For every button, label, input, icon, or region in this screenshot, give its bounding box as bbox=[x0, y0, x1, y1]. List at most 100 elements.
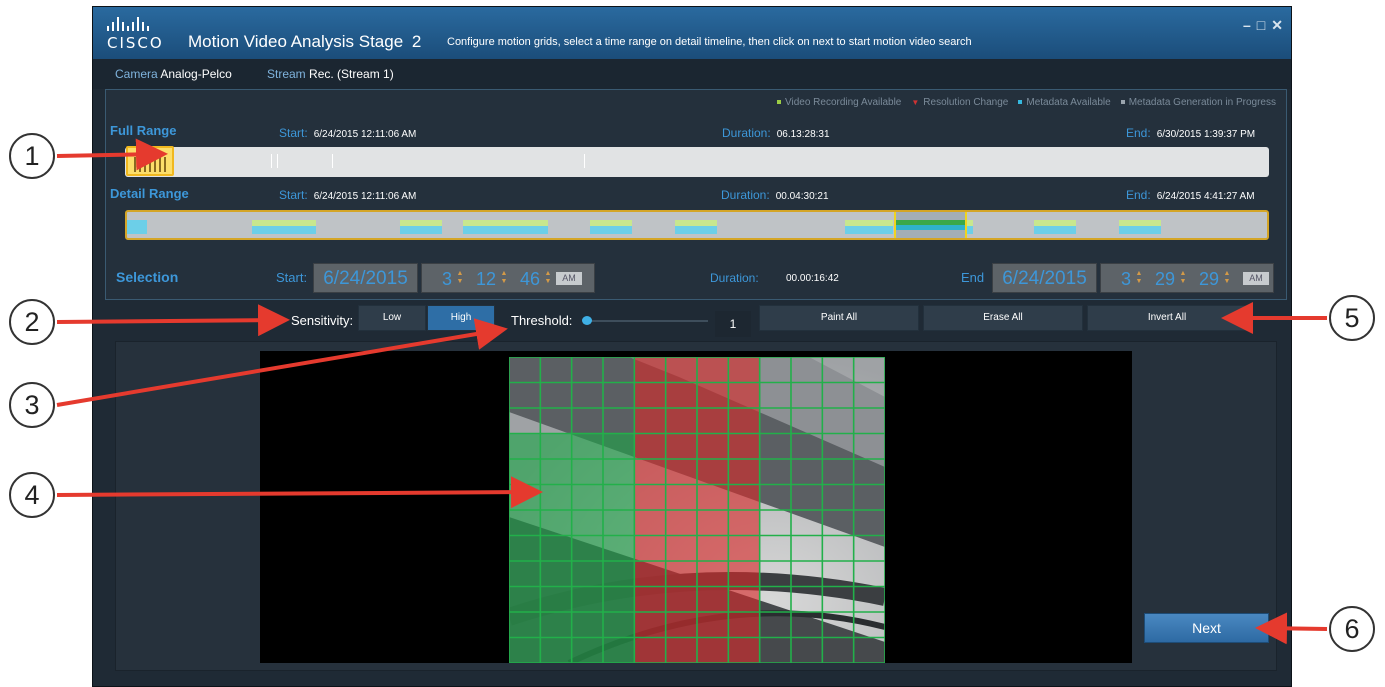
grid-cell-selected[interactable] bbox=[634, 357, 666, 383]
grid-cell-selected[interactable] bbox=[571, 484, 603, 511]
grid-cell-selected[interactable] bbox=[728, 459, 760, 485]
grid-cell-selected[interactable] bbox=[603, 535, 635, 562]
full-range-timeline[interactable] bbox=[125, 147, 1269, 177]
grid-cell-selected[interactable] bbox=[697, 408, 729, 434]
grid-cell-selected[interactable] bbox=[540, 510, 572, 536]
grid-cell-selected[interactable] bbox=[665, 586, 697, 613]
grid-cell-selected[interactable] bbox=[571, 586, 603, 613]
grid-cell-selected[interactable] bbox=[728, 357, 760, 383]
grid-cell-selected[interactable] bbox=[728, 637, 760, 664]
maximize-icon[interactable]: □ bbox=[1257, 17, 1265, 34]
grid-cell-selected[interactable] bbox=[697, 459, 729, 485]
grid-cell-selected[interactable] bbox=[665, 459, 697, 485]
end-second[interactable]: 29 bbox=[1195, 264, 1219, 294]
grid-cell-selected[interactable] bbox=[728, 535, 760, 562]
grid-cell-selected[interactable] bbox=[665, 484, 697, 511]
grid-cell-selected[interactable] bbox=[634, 382, 666, 409]
grid-cell-selected[interactable] bbox=[697, 484, 729, 511]
selection-end-time-field[interactable]: 3 ▲ ▼ 29 ▲ ▼ 29 ▲ ▼ AM bbox=[1100, 263, 1274, 293]
grid-cell-selected[interactable] bbox=[697, 510, 729, 536]
grid-cell-selected[interactable] bbox=[634, 535, 666, 562]
spin-arrows-icon[interactable]: ▲ ▼ bbox=[1179, 270, 1187, 286]
start-second[interactable]: 46 bbox=[516, 264, 540, 294]
grid-cell-selected[interactable] bbox=[540, 561, 572, 587]
grid-cell-selected[interactable] bbox=[697, 586, 729, 613]
detail-range-timeline[interactable] bbox=[125, 210, 1269, 240]
paint-all-button[interactable]: Paint All bbox=[759, 305, 919, 331]
grid-cell-selected[interactable] bbox=[665, 637, 697, 664]
grid-cell-selected[interactable] bbox=[509, 612, 541, 638]
invert-all-button[interactable]: Invert All bbox=[1087, 305, 1247, 331]
grid-cell-selected[interactable] bbox=[697, 382, 729, 409]
end-minute[interactable]: 29 bbox=[1151, 264, 1175, 294]
grid-cell-selected[interactable] bbox=[728, 433, 760, 460]
spin-arrows-icon[interactable]: ▲ ▼ bbox=[1223, 270, 1231, 286]
grid-cell-selected[interactable] bbox=[603, 433, 635, 460]
grid-cell-selected[interactable] bbox=[634, 586, 666, 613]
grid-cell-selected[interactable] bbox=[728, 561, 760, 587]
spin-arrows-icon[interactable]: ▲ ▼ bbox=[544, 270, 552, 286]
grid-cell-selected[interactable] bbox=[634, 637, 666, 664]
grid-cell-selected[interactable] bbox=[571, 561, 603, 587]
spin-arrows-icon[interactable]: ▲ ▼ bbox=[500, 270, 508, 286]
motion-grid[interactable] bbox=[509, 357, 885, 663]
grid-cell-selected[interactable] bbox=[665, 382, 697, 409]
grid-cell-selected[interactable] bbox=[603, 459, 635, 485]
start-hour[interactable]: 3 bbox=[428, 264, 452, 294]
camera-frame[interactable] bbox=[509, 357, 885, 663]
grid-cell-selected[interactable] bbox=[571, 510, 603, 536]
end-ampm-toggle[interactable]: AM bbox=[1243, 272, 1269, 285]
grid-cell-selected[interactable] bbox=[603, 586, 635, 613]
grid-cell-selected[interactable] bbox=[697, 561, 729, 587]
end-hour[interactable]: 3 bbox=[1107, 264, 1131, 294]
grid-cell-selected[interactable] bbox=[540, 612, 572, 638]
selection-window-handle[interactable] bbox=[894, 212, 967, 238]
grid-cell-selected[interactable] bbox=[509, 561, 541, 587]
grid-cell-selected[interactable] bbox=[509, 433, 541, 460]
start-minute[interactable]: 12 bbox=[472, 264, 496, 294]
grid-cell-selected[interactable] bbox=[634, 510, 666, 536]
full-range-detail-marker[interactable] bbox=[126, 146, 174, 176]
threshold-slider[interactable] bbox=[586, 320, 708, 322]
grid-cell-selected[interactable] bbox=[603, 637, 635, 664]
grid-cell-selected[interactable] bbox=[697, 535, 729, 562]
grid-cell-selected[interactable] bbox=[571, 612, 603, 638]
grid-cell-selected[interactable] bbox=[697, 357, 729, 383]
grid-cell-selected[interactable] bbox=[728, 484, 760, 511]
grid-cell-selected[interactable] bbox=[665, 433, 697, 460]
sensitivity-high-button[interactable]: High bbox=[427, 305, 495, 331]
grid-cell-selected[interactable] bbox=[509, 510, 541, 536]
grid-cell-selected[interactable] bbox=[634, 612, 666, 638]
close-icon[interactable]: ✕ bbox=[1271, 17, 1283, 34]
grid-cell-selected[interactable] bbox=[665, 535, 697, 562]
grid-cell-selected[interactable] bbox=[728, 612, 760, 638]
grid-cell-selected[interactable] bbox=[697, 612, 729, 638]
grid-cell-selected[interactable] bbox=[540, 459, 572, 485]
grid-cell-selected[interactable] bbox=[540, 484, 572, 511]
grid-cell-selected[interactable] bbox=[603, 484, 635, 511]
grid-cell-selected[interactable] bbox=[728, 382, 760, 409]
minimize-icon[interactable]: – bbox=[1243, 17, 1251, 34]
grid-cell-selected[interactable] bbox=[509, 484, 541, 511]
grid-cell-selected[interactable] bbox=[509, 637, 541, 664]
grid-cell-selected[interactable] bbox=[728, 586, 760, 613]
threshold-slider-handle[interactable] bbox=[582, 316, 592, 325]
grid-cell-selected[interactable] bbox=[634, 561, 666, 587]
grid-cell-selected[interactable] bbox=[509, 459, 541, 485]
grid-cell-selected[interactable] bbox=[634, 484, 666, 511]
selection-end-date-field[interactable]: 6/24/2015 bbox=[992, 263, 1097, 293]
grid-cell-selected[interactable] bbox=[634, 408, 666, 434]
spin-arrows-icon[interactable]: ▲ ▼ bbox=[1135, 270, 1143, 286]
grid-cell-selected[interactable] bbox=[728, 408, 760, 434]
start-ampm-toggle[interactable]: AM bbox=[556, 272, 582, 285]
grid-cell-selected[interactable] bbox=[665, 357, 697, 383]
grid-cell-selected[interactable] bbox=[509, 535, 541, 562]
grid-cell-selected[interactable] bbox=[603, 612, 635, 638]
spin-arrows-icon[interactable]: ▲ ▼ bbox=[456, 270, 464, 286]
grid-cell-selected[interactable] bbox=[665, 408, 697, 434]
selection-start-date-field[interactable]: 6/24/2015 bbox=[313, 263, 418, 293]
grid-cell-selected[interactable] bbox=[634, 433, 666, 460]
grid-cell-selected[interactable] bbox=[540, 433, 572, 460]
grid-cell-selected[interactable] bbox=[603, 510, 635, 536]
grid-cell-selected[interactable] bbox=[665, 561, 697, 587]
